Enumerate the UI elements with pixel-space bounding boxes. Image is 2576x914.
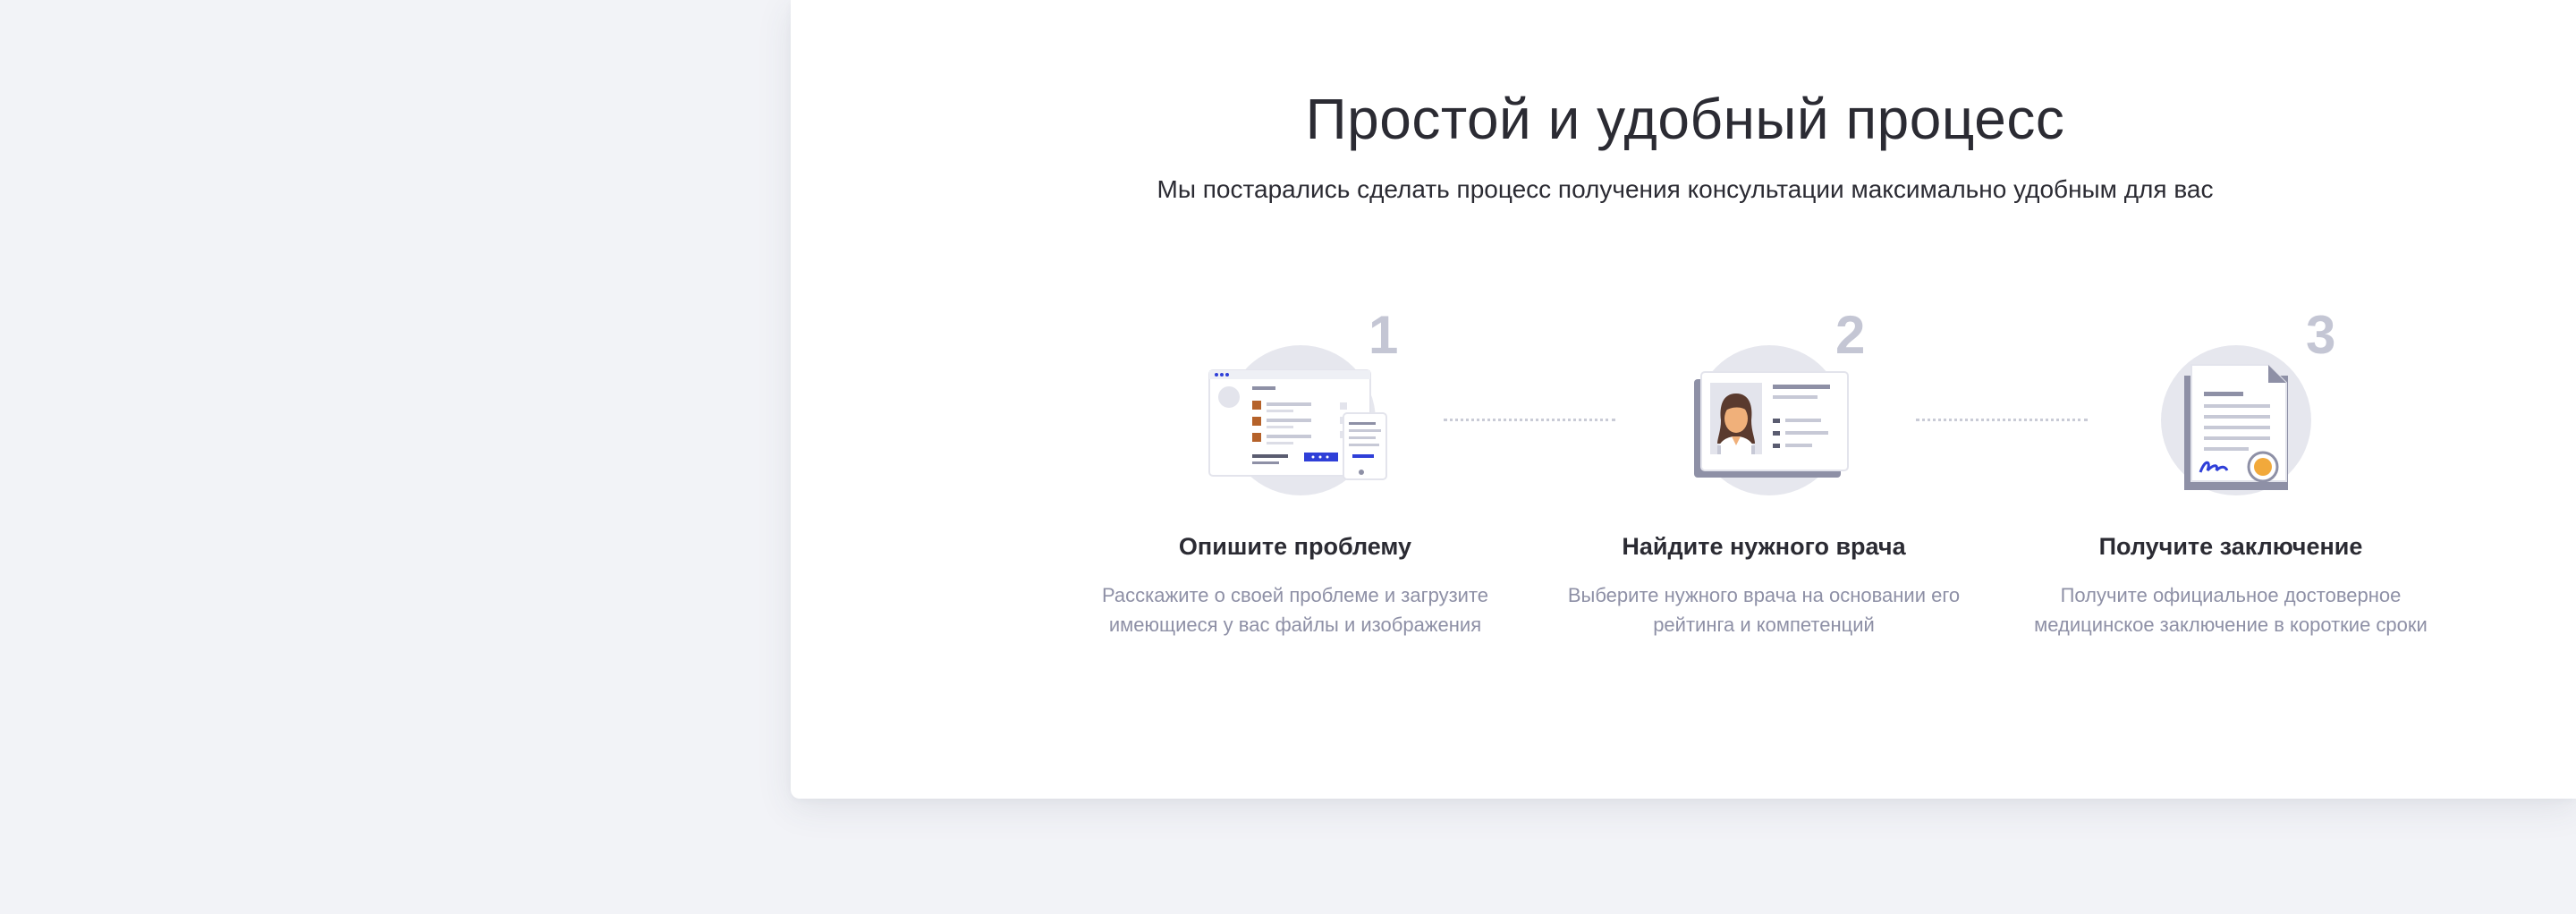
- step-1-description: Расскажите о своей проблеме и загрузите …: [1101, 584, 1489, 636]
- step-2-description: Выберите нужного врача на основании его …: [1567, 584, 1961, 636]
- form-upload-icon: [1208, 369, 1387, 480]
- step-2-title: Найдите нужного врача: [1622, 533, 1906, 560]
- page-title: Простой и удобный процесс: [1305, 87, 2065, 151]
- step-3-illustration: 3: [2123, 304, 2338, 501]
- step-2-illustration: 2: [1657, 304, 1871, 501]
- step-3-description: Получите официальное достоверное медицин…: [2034, 584, 2428, 636]
- step-1-illustration: 1: [1188, 304, 1402, 501]
- step-number-2: 2: [1835, 305, 1866, 365]
- process-card: Простой и удобный процесс Мы постарались…: [791, 0, 2576, 799]
- step-number-1: 1: [1368, 305, 1399, 365]
- step-1-title: Опишите проблему: [1178, 533, 1412, 560]
- page-subtitle: Мы постарались сделать процесс получения…: [1157, 175, 2214, 203]
- step-2: 2 Найдите нужного врача Выберите нужного…: [1540, 304, 1987, 639]
- step-3-title: Получите заключение: [2098, 533, 2363, 560]
- step-3: 3 Получите заключение Получите официальн…: [2007, 304, 2454, 639]
- step-number-3: 3: [2306, 305, 2336, 365]
- doctor-profile-icon: [1694, 371, 1849, 478]
- step-1: 1 Опишите проблему Расскажите о своей пр…: [1072, 304, 1519, 639]
- certificate-document-icon: [2184, 364, 2288, 490]
